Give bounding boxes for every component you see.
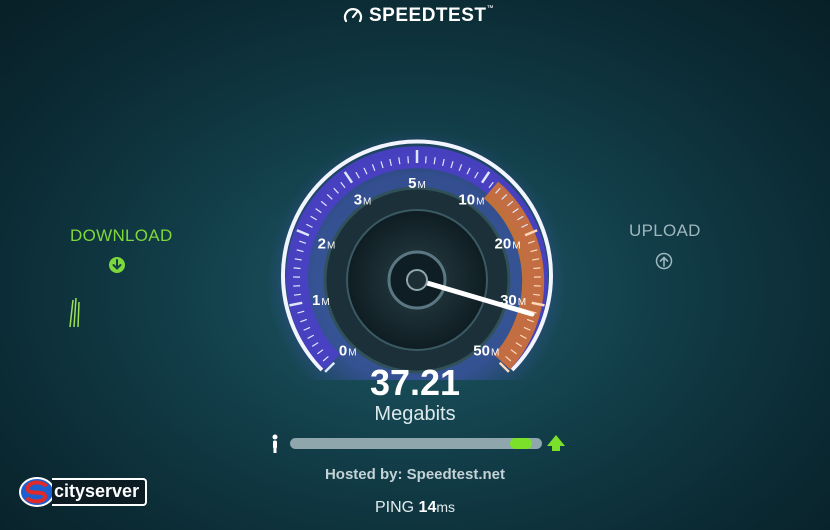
gauge-tick-mark [293,267,301,270]
download-graph-icon [69,297,80,328]
speedometer-logo-icon [343,8,363,23]
hosted-by: Hosted by: Speedtest.net [300,466,530,483]
speed-gauge: 0M1M2M3M5M10M20M30M50M [267,130,567,380]
download-arrow-icon [109,257,125,273]
upload-label: UPLOAD [629,221,701,240]
app-header: SPEEDTEST™ [343,4,494,28]
progress-fill [510,438,533,449]
gauge-tick-mark [425,156,427,164]
ping-readout: PING 14ms [330,499,500,517]
speed-value: 37.21 [369,362,461,403]
gauge-tick-mark [293,293,301,296]
speed-readout: 37.21 Megabits [320,364,510,426]
test-progress [268,432,574,454]
cityserver-watermark: cityserver [18,474,148,510]
ping-unit: ms [436,499,456,515]
upload-arrow-icon [655,252,673,270]
watermark-text: cityserver [52,478,148,506]
gauge-tick-mark [533,293,541,296]
ping-label: PING [374,499,415,516]
person-icon [272,434,278,453]
ping-value: 14 [418,499,437,516]
gauge-tick-mark [407,156,409,164]
app-title: SPEEDTEST™ [369,5,494,26]
progress-track [290,438,542,449]
server-host[interactable]: Speedtest.net [407,466,505,483]
gauge-tick-mark [533,267,541,270]
hosted-prefix: Hosted by: [324,466,403,483]
download-label: DOWNLOAD [70,226,173,245]
speed-unit: Megabits [374,403,456,425]
speedtest-screen: SPEEDTEST™ DOWNLOAD UPLOAD 0M 1M 2M 3M 5… [0,0,830,530]
rocket-icon [547,435,565,451]
